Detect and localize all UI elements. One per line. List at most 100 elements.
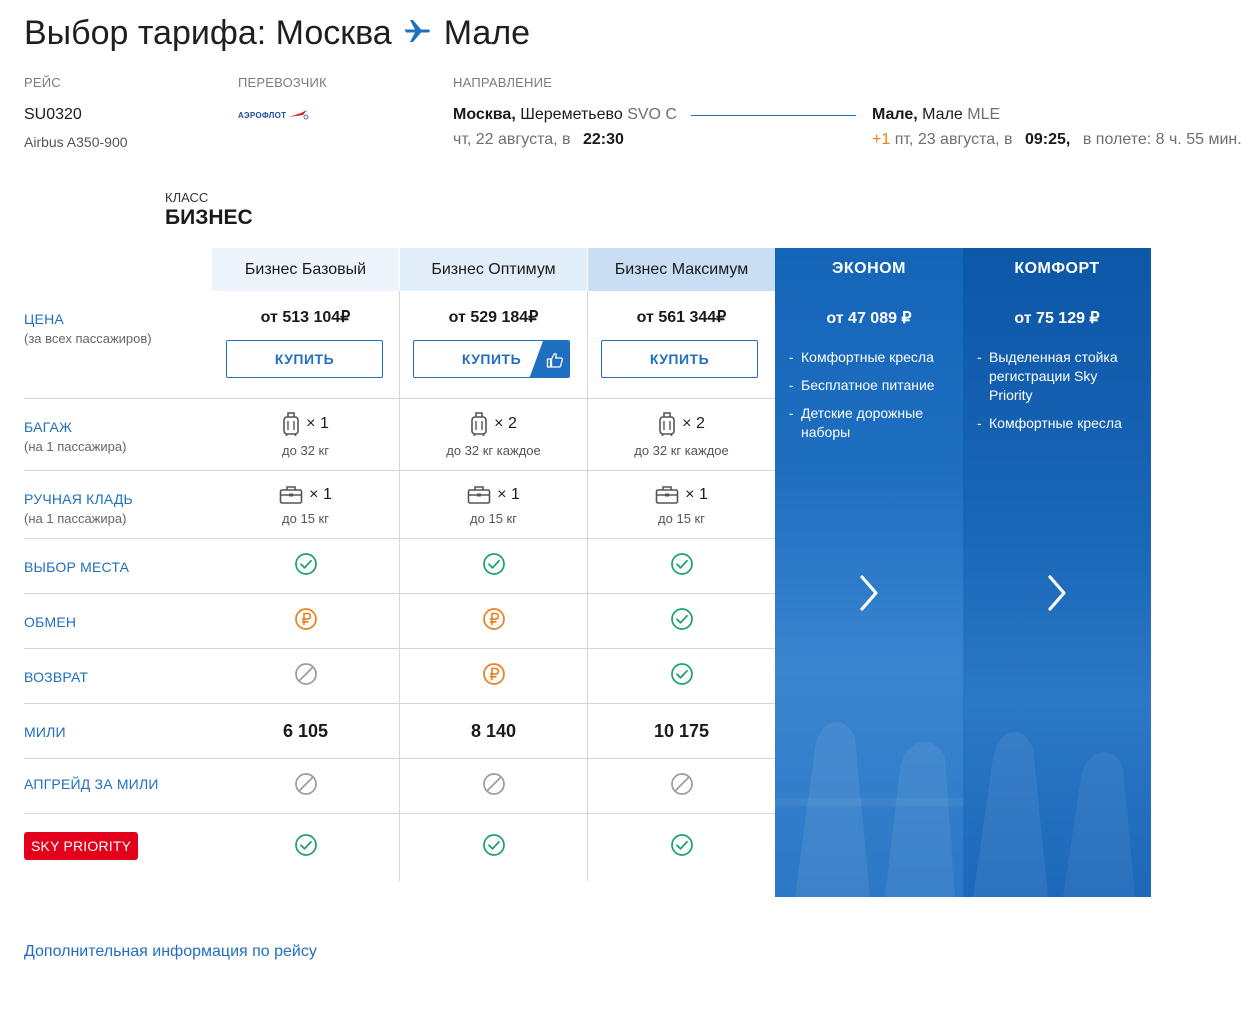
- suitcase-icon: [471, 411, 487, 436]
- recommended-thumbs-up-icon: [529, 341, 569, 377]
- miles-value: 6 105: [282, 720, 329, 741]
- aeroflot-logo-text: АЭРОФЛОТ: [238, 110, 287, 120]
- chevron-right-icon[interactable]: [1045, 573, 1069, 613]
- departure-code: SVO C: [627, 106, 677, 123]
- buy-button-maximum[interactable]: КУПИТЬ: [601, 340, 758, 378]
- carryon-optimum: × 1 до 15 кг: [400, 479, 587, 531]
- feature-item: Бесплатное питание: [789, 376, 953, 395]
- seat-background-image: [973, 731, 1135, 897]
- direction-label: НАПРАВЛЕНИЕ: [453, 75, 553, 90]
- tariff-header-basic[interactable]: Бизнес Базовый: [212, 248, 399, 291]
- day-shift-badge: +1: [872, 131, 891, 148]
- arrival-place: Мале, Мале MLE: [872, 106, 1000, 124]
- baggage-basic: × 1 до 32 кг: [212, 408, 399, 460]
- miles-maximum: 10 175: [588, 719, 775, 743]
- miles-value: 8 140: [470, 720, 517, 741]
- departure-place: Москва, Шереметьево SVO C: [453, 106, 677, 124]
- refund-maximum: [588, 662, 775, 686]
- economy-class-panel[interactable]: ЭКОНОМ от 47 089 ₽ Комфортные кресла Бес…: [775, 248, 963, 897]
- baggage-note: до 32 кг каждое: [446, 442, 541, 458]
- comfort-class-panel[interactable]: КОМФОРТ от 75 129 ₽ Выделенная стойка ре…: [963, 248, 1151, 897]
- title-origin: Выбор тарифа: Москва: [24, 14, 392, 52]
- plane-icon: [404, 14, 432, 53]
- tariff-header-maximum[interactable]: Бизнес Максимум: [588, 248, 775, 291]
- class-name: БИЗНЕС: [165, 206, 253, 229]
- prohibited-icon: [482, 772, 506, 796]
- row-label-price-title: ЦЕНА: [24, 311, 64, 327]
- check-circle-icon: [670, 662, 694, 686]
- check-circle-icon: [294, 552, 318, 576]
- row-divider: [24, 758, 775, 759]
- check-circle-icon: [294, 833, 318, 857]
- row-divider: [24, 703, 775, 704]
- baggage-count: × 2: [494, 414, 517, 432]
- check-circle-icon: [670, 833, 694, 857]
- suitcase-icon: [283, 411, 299, 436]
- comfort-title: КОМФОРТ: [1014, 260, 1100, 277]
- row-label-baggage-title: БАГАЖ: [24, 419, 73, 435]
- chevron-right-icon[interactable]: [857, 573, 881, 613]
- row-divider: [24, 398, 775, 399]
- miles-optimum: 8 140: [400, 719, 587, 743]
- departure-date: чт, 22 августа, в: [453, 131, 571, 148]
- seat-optimum: [400, 552, 587, 576]
- ruble-circle-icon: [482, 607, 506, 631]
- flight-number: SU0320: [24, 106, 82, 123]
- ruble-circle-icon: [294, 607, 318, 631]
- suitcase-icon: [659, 411, 675, 436]
- carryon-count: × 1: [309, 485, 332, 503]
- prohibited-icon: [294, 772, 318, 796]
- economy-features: Комфортные кресла Бесплатное питание Дет…: [789, 348, 953, 451]
- sky-priority-maximum: [588, 833, 775, 857]
- row-label-carryon-sub: (на 1 пассажира): [24, 511, 127, 526]
- refund-optimum: [400, 662, 587, 686]
- sky-priority-optimum: [400, 833, 587, 857]
- price-optimum: от 529 184₽: [400, 306, 587, 328]
- price-maximum-value: от 561 344₽: [636, 309, 727, 326]
- exchange-maximum: [588, 607, 775, 631]
- route-line: [691, 115, 856, 116]
- seat-maximum: [588, 552, 775, 576]
- aeroflot-wings-icon: [289, 110, 309, 120]
- miles-value: 10 175: [653, 720, 710, 741]
- feature-item: Выделенная стойка регистрации Sky Priori…: [977, 348, 1141, 405]
- page-title: Выбор тарифа: Москва Мале: [24, 14, 530, 53]
- baggage-count: × 2: [682, 414, 705, 432]
- baggage-note: до 32 кг: [282, 442, 329, 458]
- arrival-date: пт, 23 августа, в: [894, 131, 1013, 148]
- departure-airport: Шереметьево: [520, 106, 623, 123]
- aeroflot-logo: АЭРОФЛОТ: [238, 110, 309, 120]
- departure-datetime: чт, 22 августа, в 22:30: [453, 131, 624, 149]
- price-optimum-value: от 529 184₽: [448, 309, 539, 326]
- economy-title: ЭКОНОМ: [832, 260, 906, 277]
- carryon-note: до 15 кг: [658, 510, 705, 526]
- carryon-note: до 15 кг: [282, 510, 329, 526]
- prohibited-icon: [294, 662, 318, 686]
- buy-button-optimum[interactable]: КУПИТЬ: [413, 340, 570, 378]
- upgrade-basic: [212, 772, 399, 796]
- more-info-link[interactable]: Дополнительная информация по рейсу: [24, 943, 317, 961]
- check-circle-icon: [482, 833, 506, 857]
- prohibited-icon: [670, 772, 694, 796]
- buy-button-basic[interactable]: КУПИТЬ: [226, 340, 383, 378]
- check-circle-icon: [670, 552, 694, 576]
- arrival-code: MLE: [967, 106, 1001, 123]
- row-label-baggage-sub: (на 1 пассажира): [24, 439, 127, 454]
- row-label-upgrade: АПГРЕЙД ЗА МИЛИ: [24, 776, 159, 792]
- feature-item: Детские дорожные наборы: [789, 404, 953, 442]
- row-label-carryon: РУЧНАЯ КЛАДЬ (на 1 пассажира): [24, 491, 133, 526]
- baggage-note: до 32 кг каждое: [634, 442, 729, 458]
- upgrade-optimum: [400, 772, 587, 796]
- buy-button-label: КУПИТЬ: [274, 351, 335, 367]
- price-basic: от 513 104₽: [212, 306, 399, 328]
- exchange-basic: [212, 607, 399, 631]
- row-label-carryon-title: РУЧНАЯ КЛАДЬ: [24, 491, 133, 507]
- feature-item: Комфортные кресла: [977, 414, 1141, 433]
- sky-priority-badge: SKY PRIORITY: [24, 832, 139, 860]
- carryon-note: до 15 кг: [470, 510, 517, 526]
- tariff-header-optimum[interactable]: Бизнес Оптимум: [400, 248, 587, 291]
- row-divider: [24, 470, 775, 471]
- row-divider: [24, 813, 775, 814]
- economy-price: от 47 089 ₽: [826, 310, 912, 327]
- row-label-seat: ВЫБОР МЕСТА: [24, 559, 130, 575]
